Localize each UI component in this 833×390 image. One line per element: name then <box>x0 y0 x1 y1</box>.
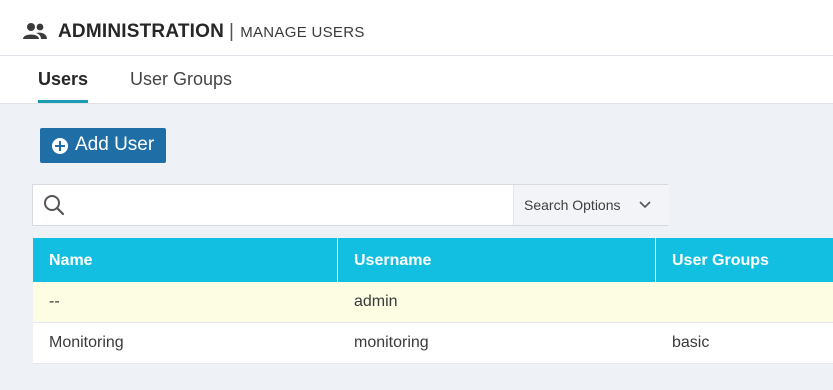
tab-users[interactable]: Users <box>38 69 89 103</box>
users-table: Name Username User Groups -- admin Monit… <box>33 238 833 364</box>
add-user-button[interactable]: Add User <box>40 128 166 163</box>
add-user-label: Add User <box>75 134 155 155</box>
column-header-username[interactable]: Username <box>338 238 656 282</box>
page-title-text: ADMINISTRATION <box>58 21 225 42</box>
cell-username: monitoring <box>354 334 429 351</box>
chevron-down-icon <box>639 201 651 209</box>
search-icon <box>44 195 65 216</box>
search-options-label: Search Options <box>524 197 621 213</box>
tab-user-groups[interactable]: User Groups <box>130 69 232 100</box>
title-separator: | <box>229 21 235 42</box>
table-row[interactable]: -- admin <box>33 282 833 323</box>
page-title: ADMINISTRATION | MANAGE USERS <box>58 21 365 43</box>
search-input[interactable] <box>75 191 539 221</box>
cell-user-groups: basic <box>672 334 710 351</box>
plus-circle-icon <box>52 138 68 154</box>
search-options-dropdown[interactable]: Search Options <box>513 185 669 225</box>
page-header: ADMINISTRATION | MANAGE USERS <box>0 0 833 56</box>
table-row[interactable]: Monitoring monitoring basic <box>33 323 833 364</box>
column-header-user-groups[interactable]: User Groups <box>656 238 833 282</box>
cell-name: Monitoring <box>49 334 124 351</box>
cell-name: -- <box>49 293 60 310</box>
tab-bar: Users User Groups <box>0 56 833 104</box>
page-subtitle: MANAGE USERS <box>240 24 365 41</box>
users-icon <box>23 23 47 39</box>
cell-username: admin <box>354 293 398 310</box>
search-bar: Search Options <box>32 184 669 226</box>
column-header-name[interactable]: Name <box>33 238 338 282</box>
table-header: Name Username User Groups <box>33 238 833 282</box>
